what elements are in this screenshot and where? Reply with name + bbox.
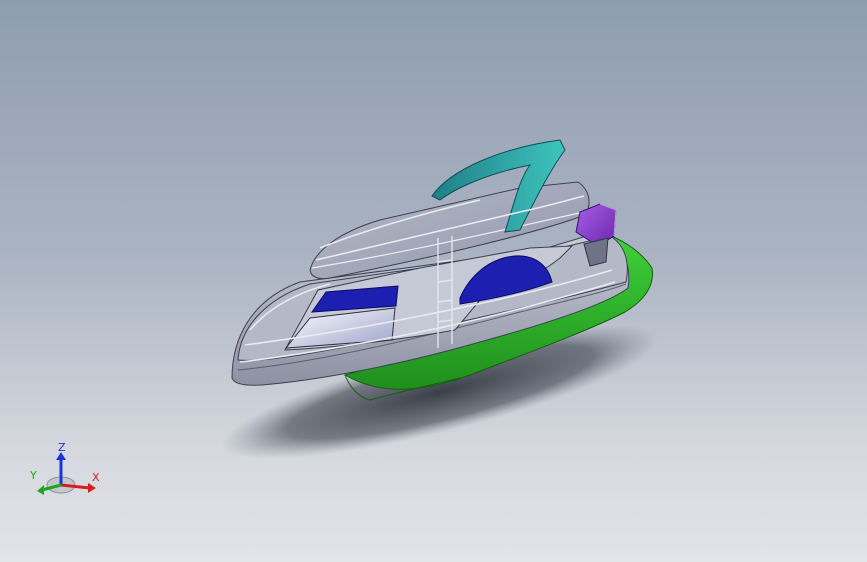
triad-y-arrow [37, 485, 44, 495]
orientation-triad[interactable]: Z Y X [28, 440, 108, 510]
boat-model-view[interactable] [0, 0, 867, 562]
triad-x-label: X [92, 471, 100, 484]
triad-z-label: Z [58, 441, 66, 454]
graphics-viewport[interactable]: Z Y X [0, 0, 867, 562]
triad-x-arrow [88, 483, 96, 493]
triad-y-label: Y [30, 469, 37, 482]
